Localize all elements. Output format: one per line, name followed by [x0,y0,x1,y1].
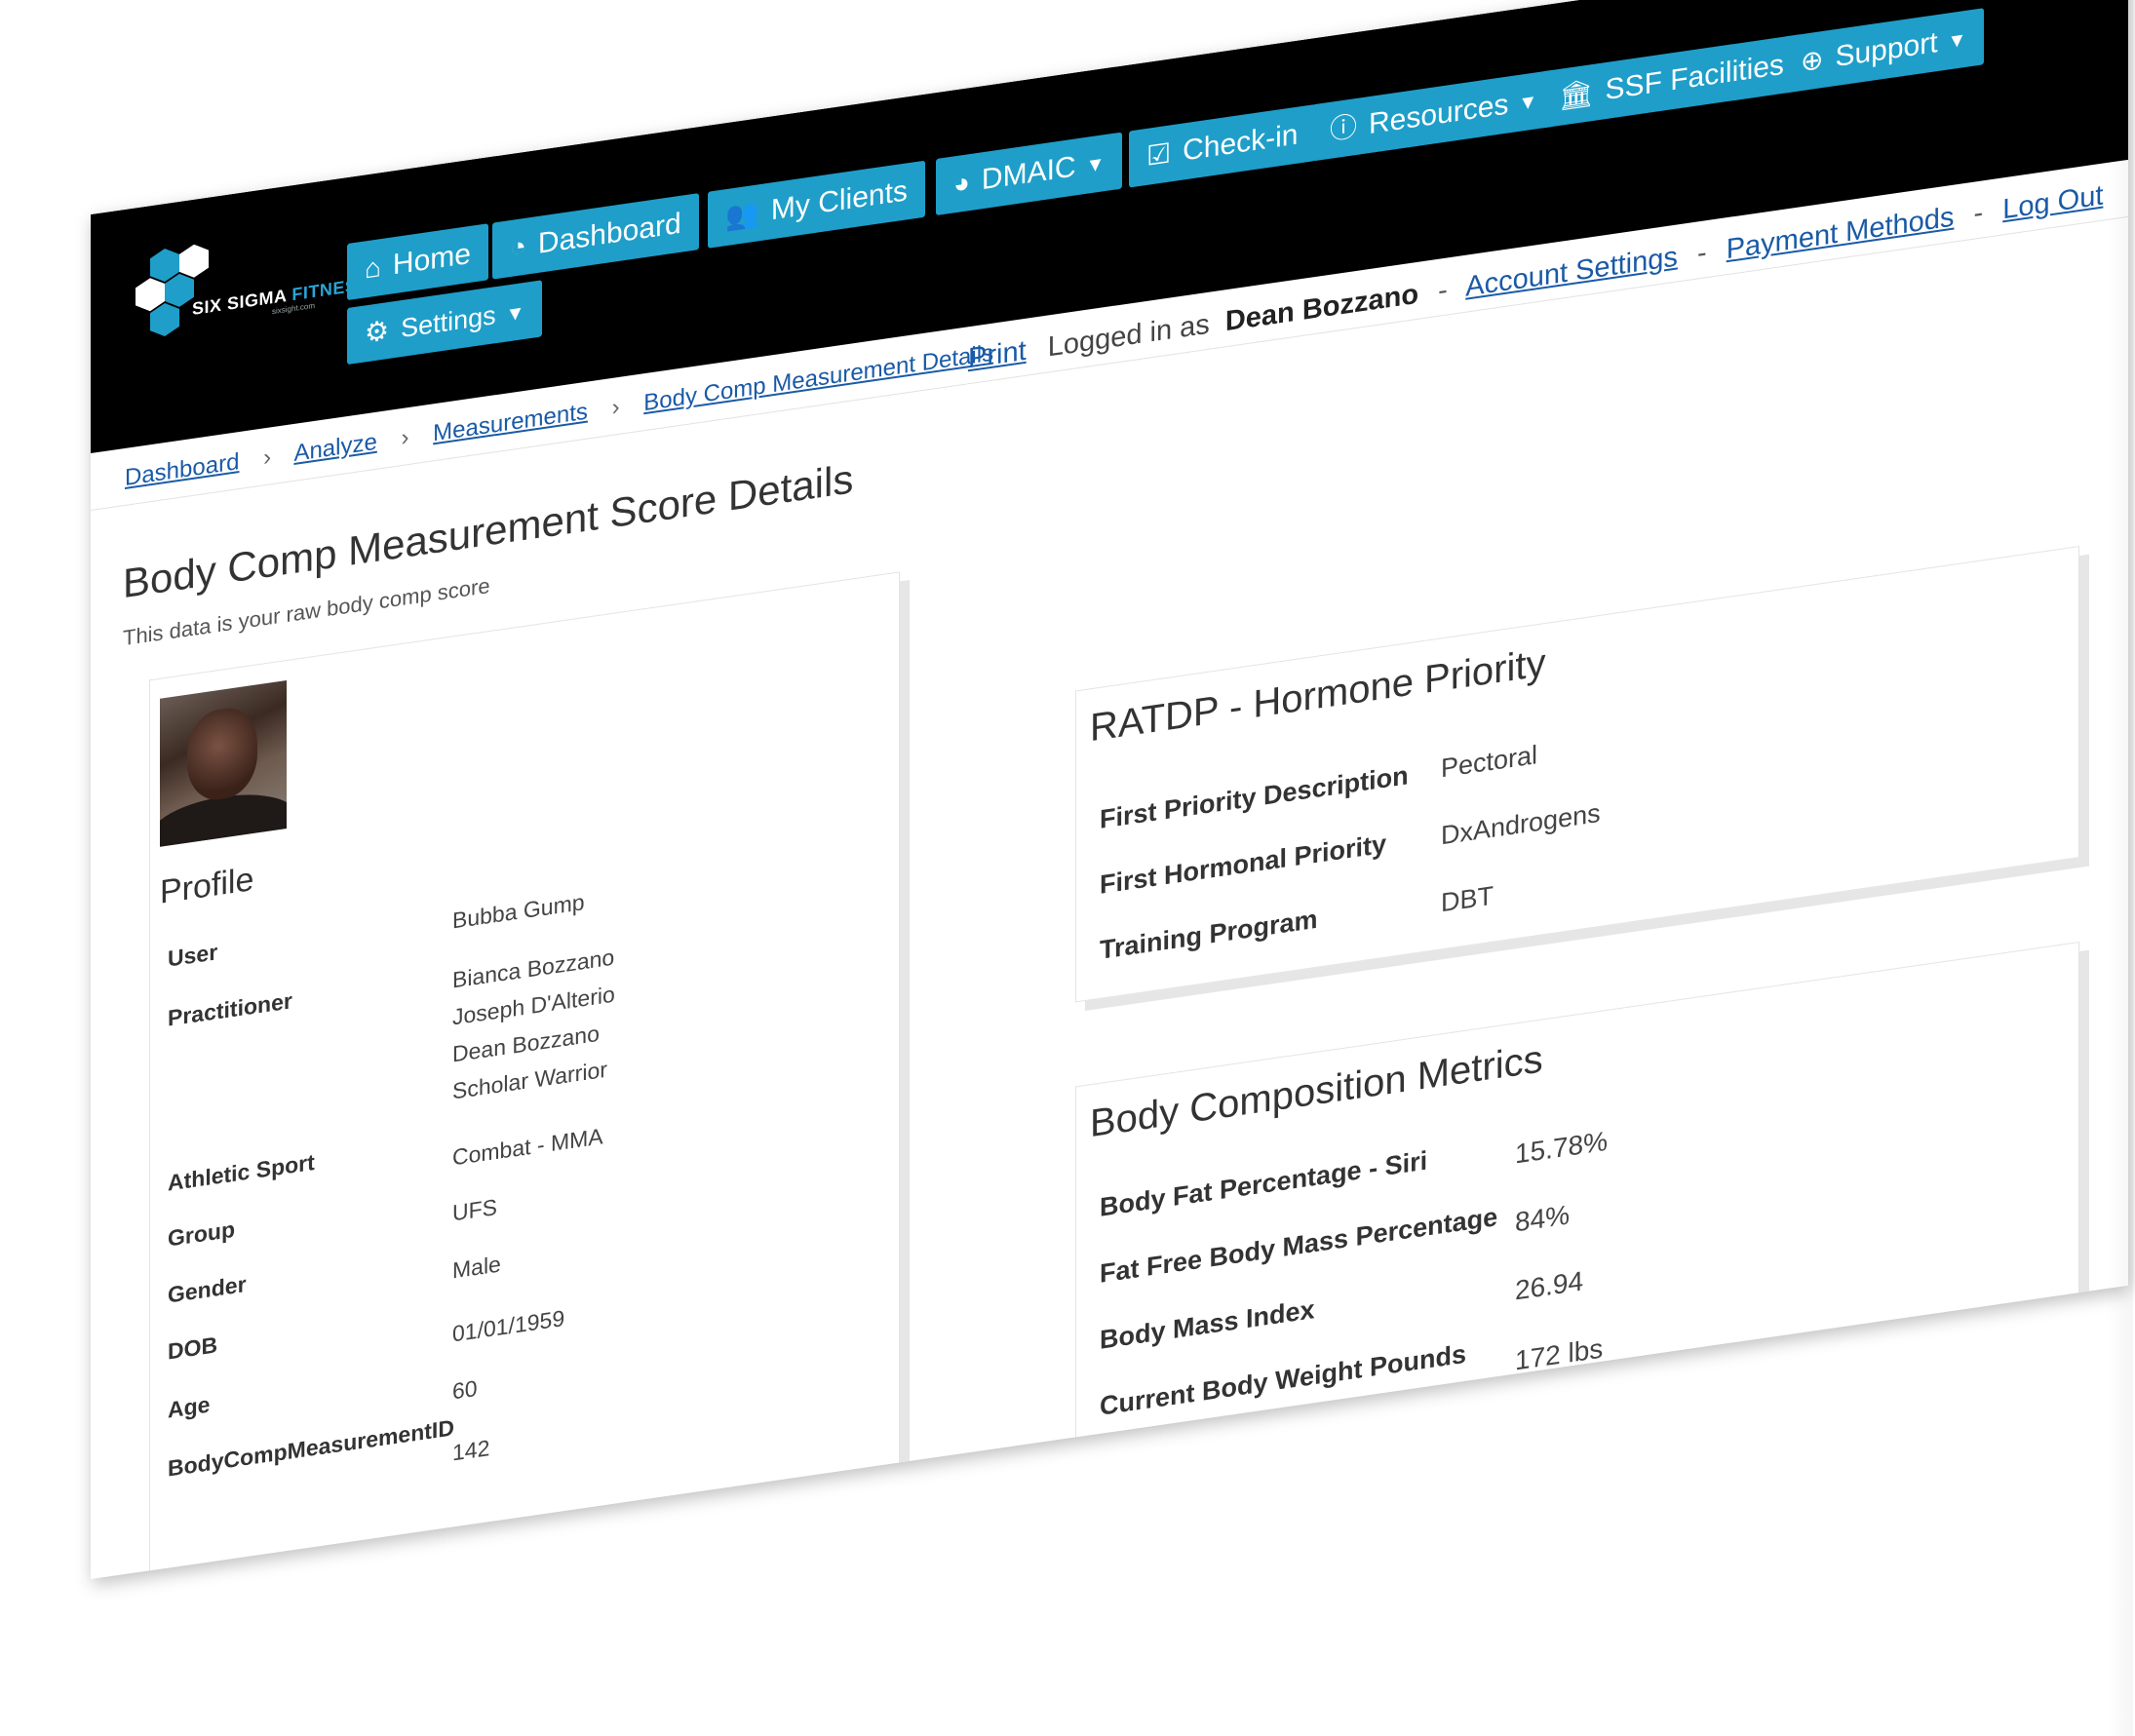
info-icon: ⓘ [1330,110,1358,145]
bc-label-fat-free-mass-percentage: Fat Free Body Mass Percentage [1100,1202,1498,1289]
profile-label-dob: DOB [168,1331,218,1365]
ratdp-value-first-priority-description: Pectoral [1441,740,1538,784]
chevron-right-icon: › [401,423,409,452]
profile-label-age: Age [168,1391,211,1423]
bc-label-fat-body-mass: Fat Body Mass [1100,1497,1286,1554]
chevron-right-icon: › [263,444,272,472]
nav-home-button[interactable]: ⌂ Home [347,223,488,301]
checkbox-icon: ☑ [1146,137,1172,172]
bc-label-body-mass-index: Body Mass Index [1100,1294,1315,1355]
bc-value-fat-free-body-mass: 145 [1515,1543,1561,1579]
chevron-down-icon: ▼ [1085,153,1106,178]
lifebuoy-icon: ⊕ [1801,43,1824,78]
nav-checkin-button[interactable]: ☑ Check-in [1129,103,1316,188]
body-composition-heading: Body Composition Metrics [1090,1037,1543,1146]
profile-value-dob: 01/01/1959 [452,1304,565,1347]
nav-ssf-facilities-button[interactable]: 🏛 SSF Facilities [1541,34,1802,129]
profile-label-gender: Gender [168,1271,247,1308]
users-icon: 👥 [725,197,759,233]
profile-label-group: Group [168,1215,235,1252]
chevron-right-icon: › [611,393,620,421]
page-edge-shadow [2106,0,2133,1736]
gauge-icon: ◕ [953,167,970,200]
body-composition-metrics-card: Body Composition Metrics Body Fat Percen… [1075,942,2079,1579]
bc-value-body-mass-index: 26.94 [1515,1265,1584,1306]
profile-value-gender: Male [452,1251,501,1284]
ratdp-label-first-priority-description: First Priority Description [1100,760,1409,834]
nav-dashboard-button[interactable]: ◔ Dashboard [492,193,699,280]
nav-support-button[interactable]: ⊕ Support ▼ [1783,8,1985,94]
profile-label-measurement-id: BodyCompMeasurementID [168,1414,454,1482]
six-sigma-fitness-logo[interactable]: SIX SIGMA FITNESS™ sixsight.com [126,222,387,371]
ratdp-value-first-hormonal-priority: DxAndrogens [1441,797,1601,851]
bc-label-body-fat-percentage: Body Fat Percentage - Siri [1100,1145,1428,1222]
profile-value-athletic-sport: Combat - MMA [452,1123,603,1171]
ratdp-hormone-priority-card: RATDP - Hormone Priority First Priority … [1075,546,2079,1003]
chevron-down-icon: ▼ [1947,28,1967,54]
chevron-down-icon: ▼ [505,301,525,327]
profile-value-group: UFS [452,1193,497,1226]
screenshot-stage: SIX SIGMA FITNESS™ sixsight.com ⌂Home ◔D… [0,0,2135,1736]
ratdp-label-training-program: Training Program [1100,904,1318,965]
bank-icon: 🏛 [1559,76,1594,112]
bc-label-fat-free-body-mass: Fat Free Body Mass [1100,1555,1348,1579]
nav-resources-button[interactable]: ⓘ Resources ▼ [1312,69,1556,162]
nav-dmaic-button[interactable]: ◕ DMAIC ▼ [936,132,1123,216]
bc-label-current-body-weight-kg: Current Body Weight Kg [1100,1413,1405,1487]
profile-card: Profile User Bubba Gump Practitioner Bia… [149,571,900,1579]
profile-label-user: User [168,939,218,972]
chevron-down-icon: ▼ [1518,91,1538,116]
gears-icon: ⚙ [365,314,390,349]
bc-value-current-body-weight-pounds: 172 lbs [1515,1332,1604,1376]
profile-label-practitioner: Practitioner [168,987,292,1031]
dashboard-icon: ◔ [510,230,526,264]
profile-label-athletic-sport: Athletic Sport [168,1148,315,1196]
profile-value-age: 60 [452,1374,478,1405]
nav-my-clients-button[interactable]: 👥 My Clients [708,160,925,249]
profile-heading: Profile [160,860,254,911]
user-avatar [160,680,287,847]
bc-value-fat-free-mass-percentage: 84% [1515,1199,1571,1238]
bc-value-body-fat-percentage: 15.78% [1515,1125,1608,1170]
ratdp-label-first-hormonal-priority: First Hormonal Priority [1100,829,1387,900]
bc-value-fat-body-mass: 27 [1515,1477,1546,1513]
bc-value-current-body-weight-kg: 78 kgs [1515,1402,1596,1445]
home-icon: ⌂ [365,251,381,285]
app-page: SIX SIGMA FITNESS™ sixsight.com ⌂Home ◔D… [91,0,2128,1579]
ratdp-value-training-program: DBT [1441,880,1494,918]
profile-value-measurement-id: 142 [452,1435,490,1466]
bc-label-current-body-weight-pounds: Current Body Weight Pounds [1100,1338,1466,1421]
profile-value-user: Bubba Gump [452,889,585,934]
ratdp-heading: RATDP - Hormone Priority [1090,640,1546,751]
